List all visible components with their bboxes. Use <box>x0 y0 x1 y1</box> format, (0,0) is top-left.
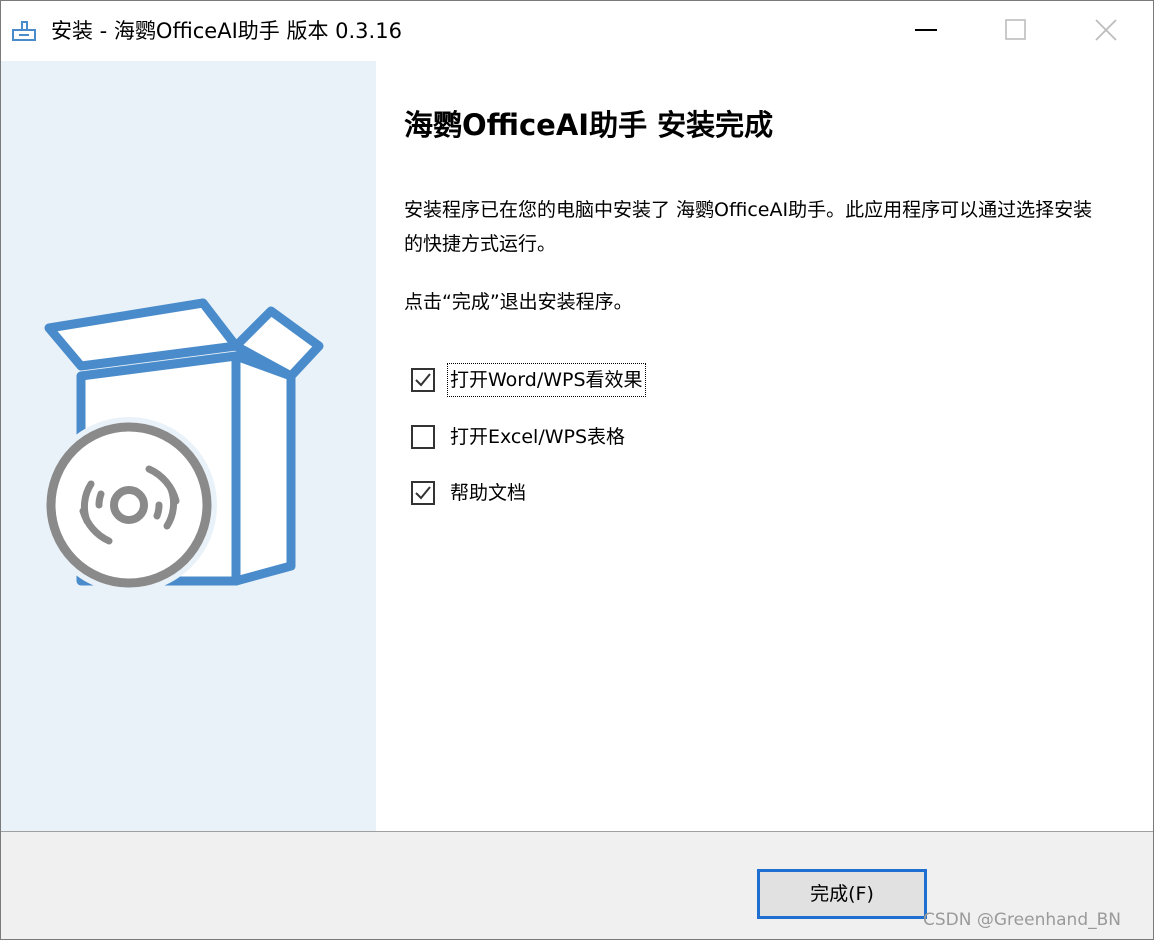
checkmark-icon <box>415 486 431 500</box>
main-content: 海鹦OfficeAI助手 安装完成 安装程序已在您的电脑中安装了 海鹦Offic… <box>376 61 1153 831</box>
checkbox-help-docs[interactable] <box>411 481 435 505</box>
minimize-button[interactable] <box>881 1 971 59</box>
software-box-disc-icon <box>41 298 324 593</box>
finish-instruction: 点击“完成”退出安装程序。 <box>404 291 633 313</box>
installer-window: 安装 - 海鹦OfficeAI助手 版本 0.3.16 海鹦OfficeAI助手… <box>0 0 1154 940</box>
checkbox-open-excel[interactable] <box>411 425 435 449</box>
option-label[interactable]: 打开Word/WPS看效果 <box>447 363 646 397</box>
completion-message: 安装程序已在您的电脑中安装了 海鹦OfficeAI助手。此应用程序可以通过选择安… <box>404 199 1093 255</box>
installer-icon <box>11 19 39 43</box>
option-label[interactable]: 打开Excel/WPS表格 <box>448 421 627 453</box>
maximize-button[interactable] <box>971 1 1061 59</box>
title-bar[interactable]: 安装 - 海鹦OfficeAI助手 版本 0.3.16 <box>1 1 1153 61</box>
close-button[interactable] <box>1061 1 1151 59</box>
close-icon <box>1095 19 1117 41</box>
watermark: CSDN @Greenhand_BN <box>923 910 1121 930</box>
minimize-icon <box>915 29 937 31</box>
checkmark-icon <box>415 373 431 387</box>
window-title: 安装 - 海鹦OfficeAI助手 版本 0.3.16 <box>51 19 402 43</box>
option-label[interactable]: 帮助文档 <box>448 477 528 509</box>
maximize-icon <box>1005 19 1026 40</box>
checkbox-open-word[interactable] <box>411 368 435 392</box>
finish-button[interactable]: 完成(F) <box>757 869 927 919</box>
footer-bar: 完成(F) CSDN @Greenhand_BN <box>1 832 1153 939</box>
page-title: 海鹦OfficeAI助手 安装完成 <box>404 108 774 142</box>
side-panel <box>1 61 376 831</box>
